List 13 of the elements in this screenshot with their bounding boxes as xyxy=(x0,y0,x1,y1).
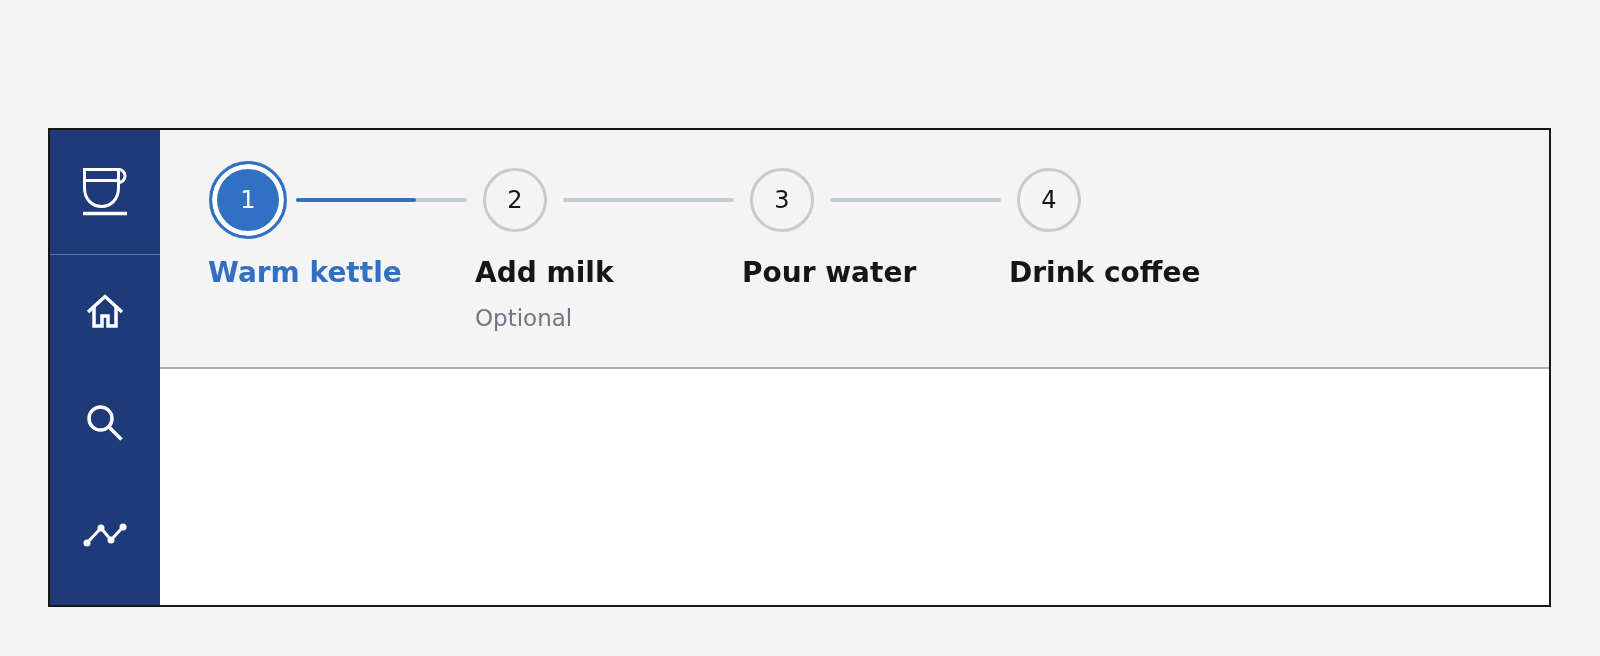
line-chart-icon[interactable] xyxy=(83,523,127,547)
coffee-cup-icon xyxy=(83,168,127,216)
search-icon[interactable] xyxy=(87,405,123,441)
step-circle[interactable]: 2 xyxy=(483,168,547,232)
step-label: Warm kettle xyxy=(208,256,403,290)
step-circle[interactable]: 1 xyxy=(209,161,287,239)
step-note: Optional xyxy=(475,304,574,332)
home-icon[interactable] xyxy=(86,294,124,328)
step-label: Add milk xyxy=(475,256,615,290)
step-label: Pour water xyxy=(742,256,918,290)
step-circle[interactable]: 3 xyxy=(750,168,814,232)
step-label: Drink coffee xyxy=(1009,256,1202,290)
step-circle[interactable]: 4 xyxy=(1017,168,1081,232)
